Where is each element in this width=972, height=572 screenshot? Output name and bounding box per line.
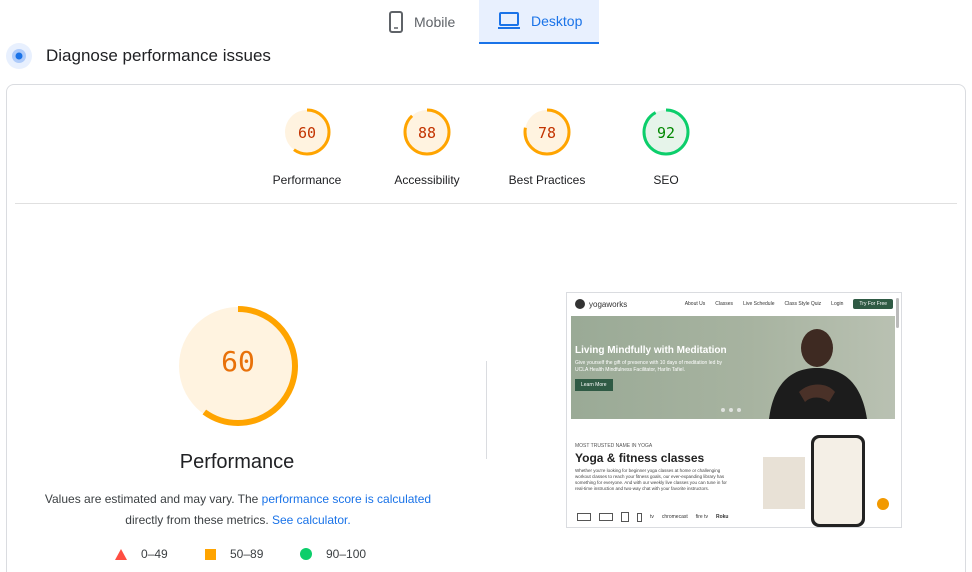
section-title: Yoga & fitness classes	[575, 451, 705, 465]
section-body: Whether you're looking for beginner yoga…	[575, 468, 727, 491]
kicker: MOST TRUSTED NAME IN YOGA	[575, 443, 653, 449]
device-label: Roku	[715, 514, 729, 520]
note-text: Values are estimated and may vary. The	[44, 492, 262, 506]
legend-pass: 90–100	[300, 547, 366, 561]
gauge-label: Best Practices	[508, 173, 586, 187]
gauge-value: 78	[537, 124, 557, 142]
legend-label: 90–100	[326, 547, 367, 561]
device-label: fire tv	[695, 514, 708, 520]
performance-score: 60	[221, 345, 255, 378]
page-title: Diagnose performance issues	[46, 46, 271, 65]
app-promo-image	[763, 457, 805, 509]
tablet-icon	[621, 512, 629, 522]
gauge-value: 60	[297, 124, 317, 142]
legend-fail: 0–49	[115, 547, 168, 561]
device-list: tv chromecast fire tv Roku	[577, 512, 728, 522]
tab-mobile-label: Mobile	[414, 14, 456, 30]
gauge-label: Accessibility	[394, 173, 460, 187]
estimate-note: Values are estimated and may vary. The p…	[35, 489, 441, 531]
score-calculated-link[interactable]: performance score is calculated	[262, 492, 431, 506]
tab-mobile[interactable]: Mobile	[374, 0, 480, 44]
page-screenshot[interactable]: yogaworks About Us Classes Live Schedule…	[566, 292, 902, 528]
logo-text: yogaworks	[589, 299, 628, 309]
screenshot-nav: yogaworks About Us Classes Live Schedule…	[567, 293, 901, 315]
gauge-seo[interactable]: 92 SEO	[616, 107, 716, 187]
phone-mockup	[811, 435, 865, 527]
carousel-dots	[721, 408, 741, 412]
learn-more-button: Learn More	[575, 379, 613, 391]
diagnose-icon	[6, 43, 32, 69]
tab-desktop[interactable]: Desktop	[479, 0, 599, 44]
gauge-value: 92	[656, 124, 676, 142]
vertical-divider	[486, 361, 487, 459]
yogaworks-logo: yogaworks	[575, 299, 627, 309]
gauge-accessibility[interactable]: 88 Accessibility	[377, 107, 477, 187]
legend-average: 50–89	[205, 547, 263, 561]
triangle-icon	[115, 548, 127, 560]
report-card: 60 Performance 88 Accessibility 78 Best …	[6, 84, 966, 572]
tab-desktop-label: Desktop	[531, 13, 583, 29]
device-label: chromecast	[661, 514, 688, 520]
laptop-icon	[498, 12, 520, 29]
device-label: tv	[650, 514, 654, 520]
gauge-label: Performance	[272, 173, 342, 187]
meditating-man-image	[769, 329, 867, 419]
hero-banner: Living Mindfully with Meditation Give yo…	[571, 316, 895, 419]
gauge-best-practices[interactable]: 78 Best Practices	[497, 107, 597, 187]
gauge-performance[interactable]: 60 Performance	[257, 107, 357, 187]
gauge-label: SEO	[653, 173, 679, 187]
nav-link: About Us	[684, 301, 706, 307]
divider	[15, 203, 957, 204]
nav-link: Classes	[715, 301, 734, 307]
phone-icon	[389, 11, 403, 33]
phone-icon	[637, 512, 642, 522]
nav-link: Class Style Quiz	[784, 301, 822, 307]
try-free-button: Try For Free	[853, 299, 893, 309]
legend-label: 0–49	[141, 547, 168, 561]
hero-text: Give yourself the gift of presence with …	[575, 360, 723, 373]
nav-link: Login	[831, 301, 844, 307]
note-text-2: directly from these metrics.	[125, 513, 272, 527]
hero-title: Living Mindfully with Meditation	[575, 345, 727, 356]
legend-label: 50–89	[230, 547, 264, 561]
accessibility-badge	[877, 498, 889, 510]
see-calculator-link[interactable]: See calculator.	[272, 513, 351, 527]
gauge-value: 88	[417, 124, 437, 142]
square-icon	[205, 548, 216, 560]
circle-icon	[300, 548, 312, 560]
monitor-icon	[577, 513, 591, 521]
score-gauges: 60 Performance 88 Accessibility 78 Best …	[7, 85, 965, 205]
performance-title: Performance	[179, 451, 295, 473]
nav-link: Live Schedule	[743, 301, 775, 307]
laptop-icon	[599, 513, 613, 521]
